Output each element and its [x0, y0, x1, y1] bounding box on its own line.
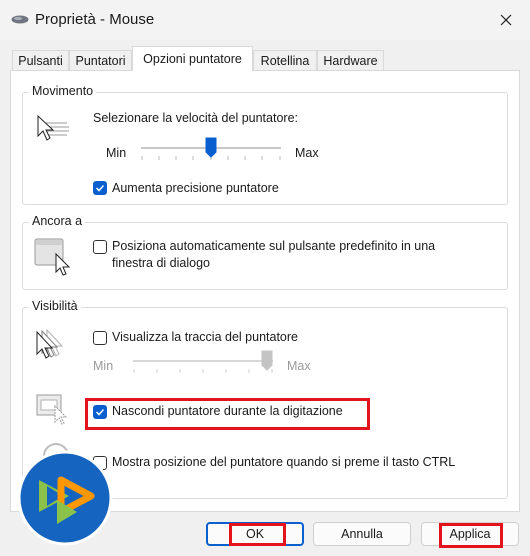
tab-label: Puntatori [75, 54, 126, 68]
hide-while-typing-highlight [85, 398, 370, 430]
trail-max-label: Max [287, 359, 311, 373]
tab-opzioni-puntatore[interactable]: Opzioni puntatore [132, 46, 253, 71]
pointer-speed-icon [37, 114, 69, 141]
ctrl-location-label: Mostra posizione del puntatore quando si… [112, 455, 456, 469]
snap-checkbox[interactable] [93, 240, 107, 254]
trail-slider-track [133, 360, 273, 362]
trail-checkbox[interactable] [93, 331, 107, 345]
trail-label: Visualizza la traccia del puntatore [112, 330, 298, 344]
close-icon [500, 14, 512, 26]
window-title: Proprietà - Mouse [35, 11, 155, 28]
trail-slider-thumb[interactable] [261, 350, 273, 372]
cancel-button-label: Annulla [341, 527, 383, 541]
snap-label-line1: Posiziona automaticamente sul pulsante p… [112, 239, 436, 253]
hide-pointer-icon [36, 394, 68, 425]
speed-label: Selezionare la velocità del puntatore: [93, 111, 298, 125]
site-logo [17, 450, 113, 546]
trail-min-label: Min [93, 359, 114, 373]
checkmark-icon [95, 184, 105, 192]
precision-checkbox[interactable] [93, 181, 107, 195]
speed-slider-thumb[interactable] [205, 137, 217, 159]
movimento-title: Movimento [29, 84, 97, 98]
ancora-title: Ancora a [29, 214, 86, 228]
snap-label-line2: finestra di dialogo [112, 256, 210, 270]
tab-label: Opzioni puntatore [143, 52, 242, 66]
speed-min-label: Min [106, 146, 127, 160]
tab-label: Hardware [323, 54, 378, 68]
tab-rotellina[interactable]: Rotellina [253, 50, 317, 70]
mouse-icon [11, 15, 29, 24]
tab-label: Pulsanti [18, 54, 63, 68]
close-button[interactable] [486, 4, 526, 36]
tab-hardware[interactable]: Hardware [317, 50, 384, 70]
tab-puntatori[interactable]: Puntatori [69, 50, 132, 70]
tab-pulsanti[interactable]: Pulsanti [12, 50, 69, 70]
cancel-button[interactable]: Annulla [313, 522, 411, 546]
visibilita-title: Visibilità [29, 299, 81, 313]
tab-label: Rotellina [260, 54, 310, 68]
speed-max-label: Max [295, 146, 319, 160]
ok-button-highlight [229, 523, 286, 546]
trail-slider[interactable] [133, 350, 273, 377]
precision-label: Aumenta precisione puntatore [112, 181, 279, 195]
pointer-trail-icon [36, 328, 64, 359]
ancora-group [22, 222, 508, 290]
apply-button-highlight [439, 523, 503, 548]
speed-slider[interactable] [141, 137, 281, 164]
snap-to-icon [34, 238, 71, 276]
trail-slider-ticks [133, 369, 273, 373]
